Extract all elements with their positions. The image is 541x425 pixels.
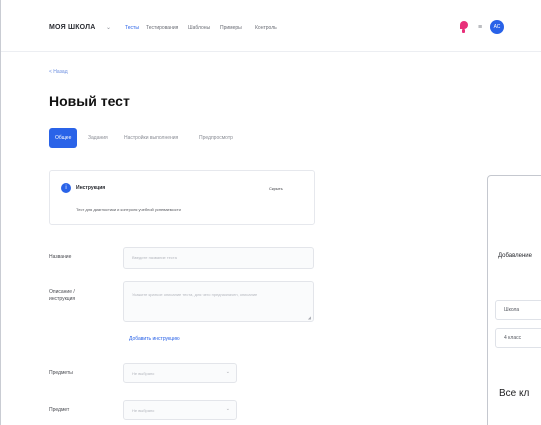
nav-item-examples[interactable]: Примеры [220,25,242,31]
subjects-label: Предметы [49,370,73,376]
modal-class-field[interactable]: 4 класс [495,328,541,348]
nav-item-tests[interactable]: Тесты [125,25,139,31]
logo[interactable]: МОЯ ШКОЛА [49,24,96,31]
instruction-title: Инструкция [76,185,106,191]
resize-handle-icon[interactable]: ◢ [308,315,311,320]
modal-school-field[interactable]: Школа [495,300,541,320]
instruction-card: i Инструкция Скрыть Тест для диагностики… [49,170,315,225]
notification-shape [460,21,468,29]
nav-item-testing[interactable]: Тестирования [146,25,178,31]
page-title: Новый тест [49,93,130,109]
top-bar: МОЯ ШКОЛА ⌄ Тесты Тестирования Шаблоны П… [1,0,541,52]
info-icon: i [61,183,71,193]
tab-preview[interactable]: Предпросмотр [199,128,233,148]
subject-select[interactable]: Не выбрано ⌄ [123,400,237,420]
tab-tasks[interactable]: Задания [88,128,108,148]
name-input[interactable]: Введите название теста [123,247,314,269]
modal-heading: Все кл [499,388,530,399]
menu-icon[interactable]: ≡ [478,24,482,31]
tab-general[interactable]: Общее [49,128,78,148]
subjects-value: Не выбрано [132,371,155,376]
chevron-down-icon: ⌄ [225,406,230,412]
notification-dot [462,29,465,33]
back-link[interactable]: < Назад [49,69,68,75]
nav-item-templates[interactable]: Шаблоны [188,25,210,31]
subject-value: Не выбрано [132,408,155,413]
description-textarea[interactable]: Укажите краткое описание теста, для чего… [123,281,314,322]
instruction-description: Тест для диагностики и контроля учебной … [76,207,181,212]
name-label: Название [49,254,72,260]
chevron-down-icon: ⌄ [225,369,230,375]
nav-item-control[interactable]: Контроль [255,25,277,31]
modal-title: Добавление [498,253,532,259]
description-label: Описание / инструкция [49,289,76,302]
subjects-select[interactable]: Не выбрано ⌄ [123,363,237,383]
modal-class-value: 4 класс [504,335,522,341]
add-instruction-link[interactable]: Добавить инструкцию [129,336,180,342]
avatar[interactable]: АС [490,20,504,34]
notification-icon[interactable] [460,21,468,33]
app-window: МОЯ ШКОЛА ⌄ Тесты Тестирования Шаблоны П… [0,0,541,425]
description-placeholder: Укажите краткое описание теста, для чего… [132,292,258,297]
modal-school-value: Школа [504,307,520,313]
chevron-down-icon[interactable]: ⌄ [106,24,111,31]
name-placeholder: Введите название теста [132,255,177,260]
tab-execution-settings[interactable]: Настройки выполнения [124,128,178,148]
hide-instruction-button[interactable]: Скрыть [269,186,283,191]
subject-label: Предмет [49,407,70,413]
